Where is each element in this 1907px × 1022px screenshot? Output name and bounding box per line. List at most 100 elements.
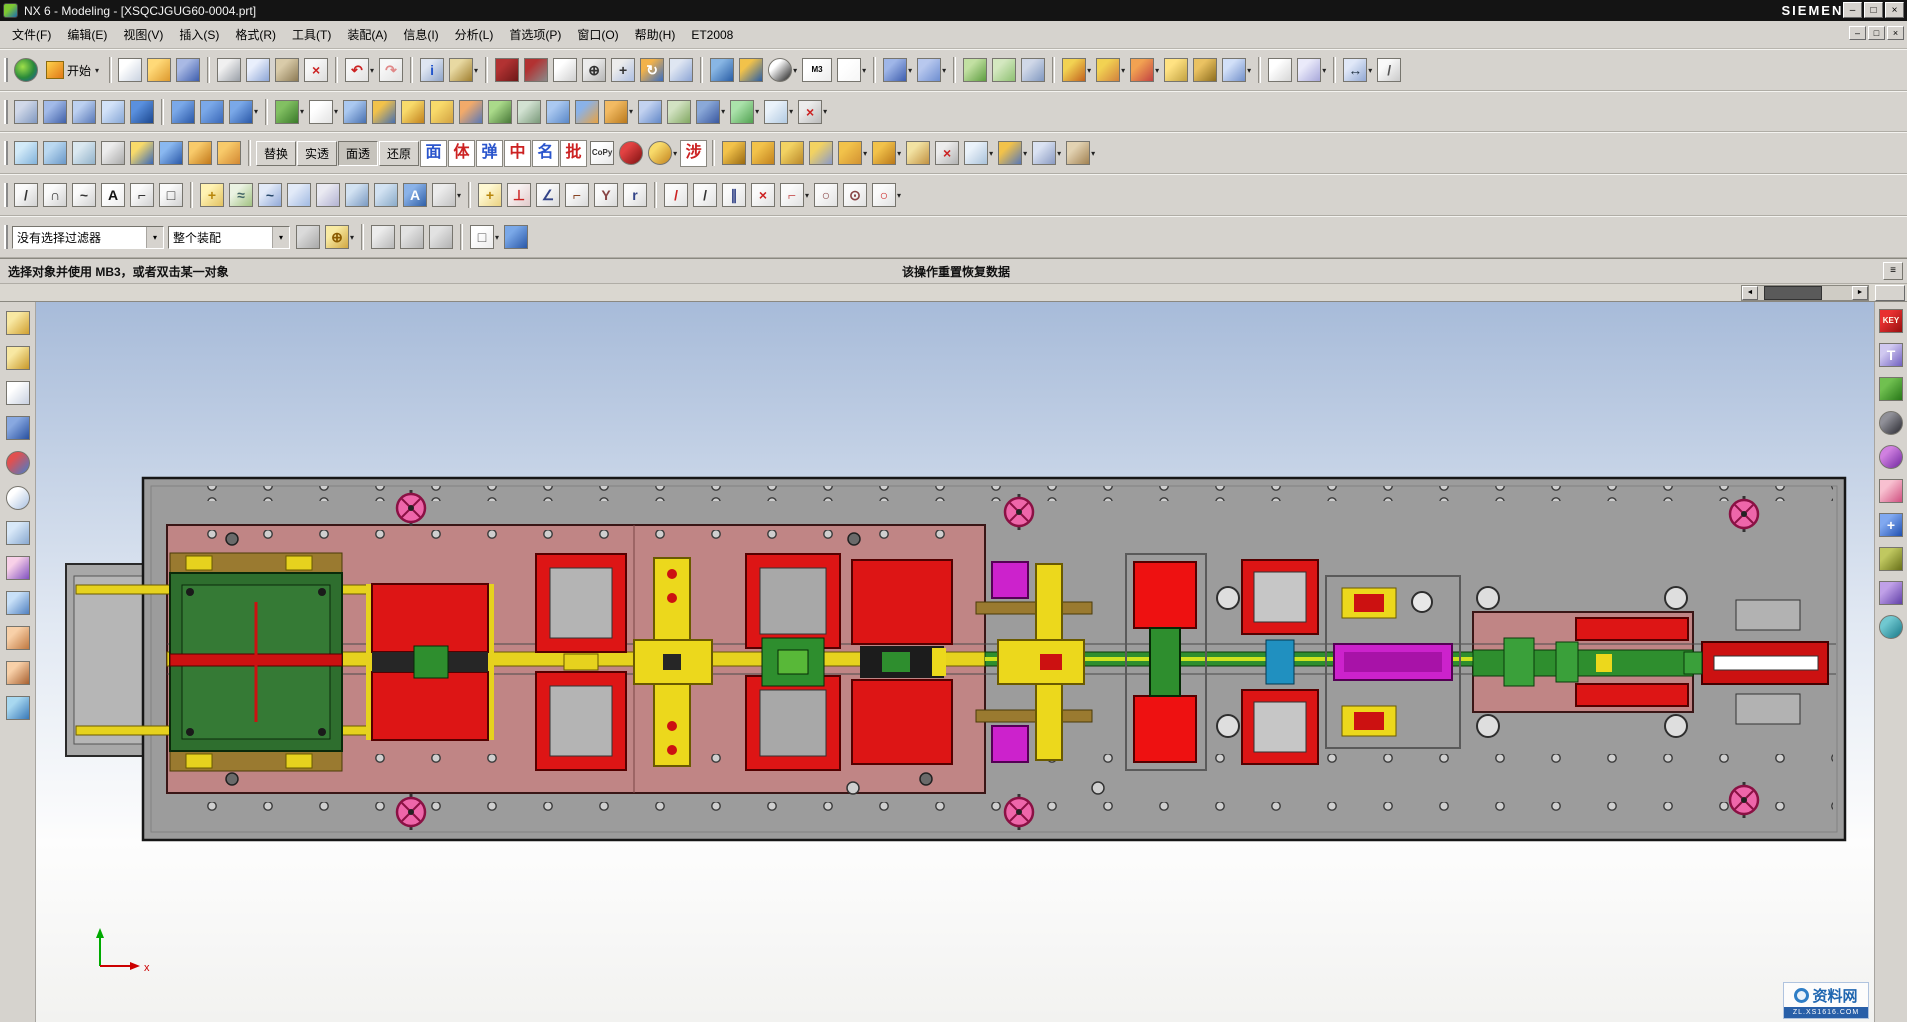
menu-item[interactable]: 视图(V) — [115, 21, 171, 48]
point-set-icon[interactable]: + — [198, 181, 226, 209]
menu-item[interactable]: 编辑(E) — [59, 21, 115, 48]
dropdown-arrow[interactable]: ▾ — [823, 107, 827, 116]
toolbar-grip[interactable] — [4, 141, 8, 165]
dropdown-arrow[interactable]: ▾ — [1023, 149, 1027, 158]
rotate-view-icon[interactable] — [398, 223, 426, 251]
solid-cube-icon[interactable] — [128, 98, 156, 126]
internet-explorer-icon[interactable] — [5, 520, 31, 546]
divide-curve-icon[interactable]: Y — [592, 181, 620, 209]
arc-icon[interactable]: ∩ — [41, 181, 69, 209]
dropdown-arrow[interactable]: ▾ — [673, 149, 677, 158]
line-icon[interactable]: / — [12, 181, 40, 209]
dropdown-arrow[interactable]: ▾ — [1057, 149, 1061, 158]
thicken-icon[interactable] — [636, 98, 664, 126]
menu-item[interactable]: 分析(L) — [447, 21, 502, 48]
curved-shell-icon[interactable] — [41, 139, 69, 167]
pan-view-icon[interactable] — [427, 223, 455, 251]
status-grid-button[interactable]: ≡ — [1883, 262, 1903, 280]
mirror-assembly-icon[interactable]: ▾ — [836, 139, 869, 167]
copy-face-icon[interactable]: CoPy — [588, 139, 616, 167]
child-close-button[interactable]: × — [1887, 26, 1904, 40]
trimetric-cube-icon[interactable] — [70, 98, 98, 126]
nx-logo-icon[interactable] — [12, 56, 40, 84]
dropdown-arrow[interactable]: ▾ — [495, 233, 499, 242]
dropdown-arrow[interactable]: ▾ — [897, 191, 901, 200]
isometric-view-icon[interactable] — [41, 98, 69, 126]
menu-item[interactable]: 帮助(H) — [627, 21, 684, 48]
sew-icon[interactable] — [665, 98, 693, 126]
groups-icon[interactable] — [5, 660, 31, 686]
violet-screw-icon[interactable] — [1878, 580, 1904, 606]
point-dialog-icon[interactable] — [1162, 56, 1190, 84]
reuse-library-icon[interactable] — [5, 415, 31, 441]
system-scenes-icon[interactable] — [5, 695, 31, 721]
scroll-right-button[interactable]: ► — [1852, 286, 1868, 300]
marquee-select-icon[interactable]: □▾ — [468, 223, 501, 251]
intersection-curve-icon[interactable] — [372, 181, 400, 209]
selection-scope-combo[interactable]: 整个装配 ▾ — [168, 226, 290, 249]
menu-item[interactable]: 文件(F) — [4, 21, 59, 48]
dropdown-arrow[interactable]: ▾ — [350, 233, 354, 242]
minimize-button[interactable]: – — [1843, 2, 1862, 18]
station-red-blocks[interactable] — [852, 560, 952, 764]
add-component-icon[interactable] — [749, 139, 777, 167]
toolbar-grip[interactable] — [4, 100, 8, 124]
snap-point-icon[interactable]: ▾ — [1295, 56, 1328, 84]
two-point-line-icon[interactable]: / — [691, 181, 719, 209]
shell-icon[interactable] — [457, 98, 485, 126]
parallel-lines-icon[interactable]: ∥ — [720, 181, 748, 209]
magnifier-icon[interactable]: + — [609, 56, 637, 84]
menu-item[interactable]: 信息(I) — [395, 21, 446, 48]
dropdown-arrow[interactable]: ▾ — [1368, 66, 1372, 75]
hatch-pattern-icon[interactable] — [99, 139, 127, 167]
sheet-body-icon[interactable] — [544, 98, 572, 126]
dropdown-arrow[interactable]: ▾ — [863, 149, 867, 158]
save-icon[interactable] — [174, 56, 202, 84]
datum-plane-icon[interactable]: ▾ — [307, 98, 340, 126]
interference-check-icon[interactable] — [904, 139, 932, 167]
blue-cross-tool-icon[interactable]: + — [1878, 512, 1904, 538]
shiny-wedge-icon[interactable] — [157, 139, 185, 167]
graphics-window[interactable]: x 资料网 ZL.XS1616.COM — [36, 302, 1874, 1022]
solid-transparent-button[interactable]: 实透 — [297, 141, 337, 166]
swept-dome-icon[interactable] — [341, 98, 369, 126]
offset-surface-icon[interactable]: ▾ — [602, 98, 635, 126]
fillet-curve-icon[interactable]: r — [621, 181, 649, 209]
restore-button[interactable]: □ — [1864, 2, 1883, 18]
toolbar-grip[interactable] — [4, 183, 8, 207]
start-menu-button[interactable]: 开始 ▾ — [40, 56, 105, 84]
move-object-icon[interactable]: ▾ — [881, 56, 914, 84]
move-component-icon[interactable] — [778, 139, 806, 167]
swept-surface-icon[interactable] — [573, 98, 601, 126]
scroll-left-button[interactable]: ◄ — [1742, 286, 1758, 300]
cross-lines-icon[interactable]: × — [749, 181, 777, 209]
assembly-navigator-icon[interactable] — [5, 310, 31, 336]
station-red-punches[interactable] — [366, 584, 494, 740]
key-icon[interactable]: KEY — [1878, 308, 1904, 334]
delete-icon[interactable]: × — [302, 56, 330, 84]
pipe-elbow-icon[interactable] — [215, 139, 243, 167]
circle-icon[interactable]: ○ — [812, 181, 840, 209]
layer-category-icon[interactable] — [1019, 56, 1047, 84]
dropdown-arrow[interactable]: ▾ — [908, 66, 912, 75]
station-green-die[interactable] — [170, 553, 342, 771]
horizontal-scrollbar[interactable]: ◄ ► — [1741, 285, 1869, 301]
redo-icon[interactable]: ↷ — [377, 56, 405, 84]
menu-item[interactable]: 工具(T) — [284, 21, 339, 48]
shaded-ball-icon[interactable]: ▾ — [646, 139, 679, 167]
dropdown-arrow[interactable]: ▾ — [942, 66, 946, 75]
dropdown-arrow[interactable]: ▾ — [755, 107, 759, 116]
roles-icon[interactable] — [5, 625, 31, 651]
snap-cross-icon[interactable]: + — [476, 181, 504, 209]
restore-button[interactable]: 还原 — [379, 141, 419, 166]
tube-icon[interactable] — [186, 139, 214, 167]
interpolation-icon[interactable] — [294, 223, 322, 251]
show-hide-icon[interactable]: ▾ — [1220, 56, 1253, 84]
chamfer-icon[interactable] — [428, 98, 456, 126]
exploded-view-icon[interactable]: ▾ — [870, 139, 903, 167]
layer-settings-icon[interactable] — [961, 56, 989, 84]
perpendicular-icon[interactable]: ⊥ — [505, 181, 533, 209]
wireframe-window-icon[interactable] — [551, 56, 579, 84]
block-stack-icon[interactable] — [370, 98, 398, 126]
dropdown-arrow[interactable]: ▾ — [1322, 66, 1326, 75]
